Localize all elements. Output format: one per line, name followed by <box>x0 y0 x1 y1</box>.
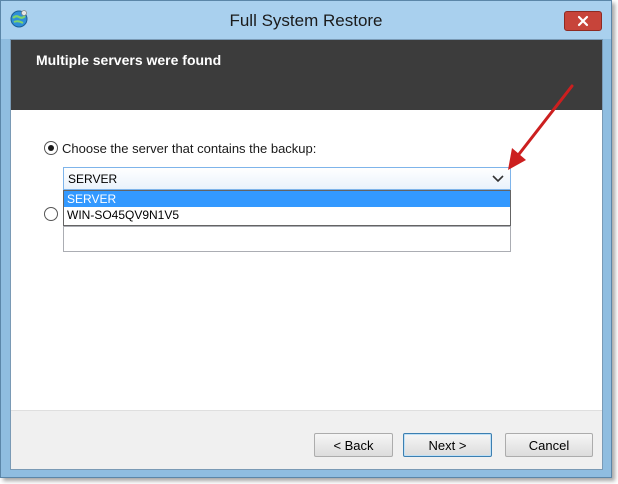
choose-server-radio[interactable] <box>44 141 58 155</box>
dropdown-option-win-server[interactable]: WIN-SO45QV9N1V5 <box>64 207 510 223</box>
dialog-client-area: Multiple servers were found Choose the s… <box>10 39 603 470</box>
page-title: Multiple servers were found <box>36 52 222 68</box>
full-system-restore-window: Full System Restore Multiple servers wer… <box>0 0 612 478</box>
title-bar[interactable]: Full System Restore <box>1 1 611 39</box>
back-button[interactable]: < Back <box>314 433 393 457</box>
chevron-down-icon[interactable] <box>492 175 504 183</box>
second-option-radio[interactable] <box>44 207 58 221</box>
window-title: Full System Restore <box>229 11 383 30</box>
server-dropdown-list: SERVER WIN-SO45QV9N1V5 <box>63 190 511 226</box>
server-combobox-value: SERVER <box>68 172 118 186</box>
dropdown-option-server[interactable]: SERVER <box>64 191 510 207</box>
content-area: Choose the server that contains the back… <box>11 110 602 410</box>
close-button[interactable] <box>564 11 602 31</box>
close-icon <box>577 15 589 27</box>
next-button[interactable]: Next > <box>403 433 492 457</box>
choose-server-label[interactable]: Choose the server that contains the back… <box>62 141 316 156</box>
button-footer: < Back Next > Cancel <box>11 410 602 469</box>
second-option-textbox[interactable] <box>63 226 511 252</box>
header-band: Multiple servers were found <box>11 40 602 110</box>
cancel-button[interactable]: Cancel <box>505 433 593 457</box>
server-combobox[interactable]: SERVER <box>63 167 511 190</box>
